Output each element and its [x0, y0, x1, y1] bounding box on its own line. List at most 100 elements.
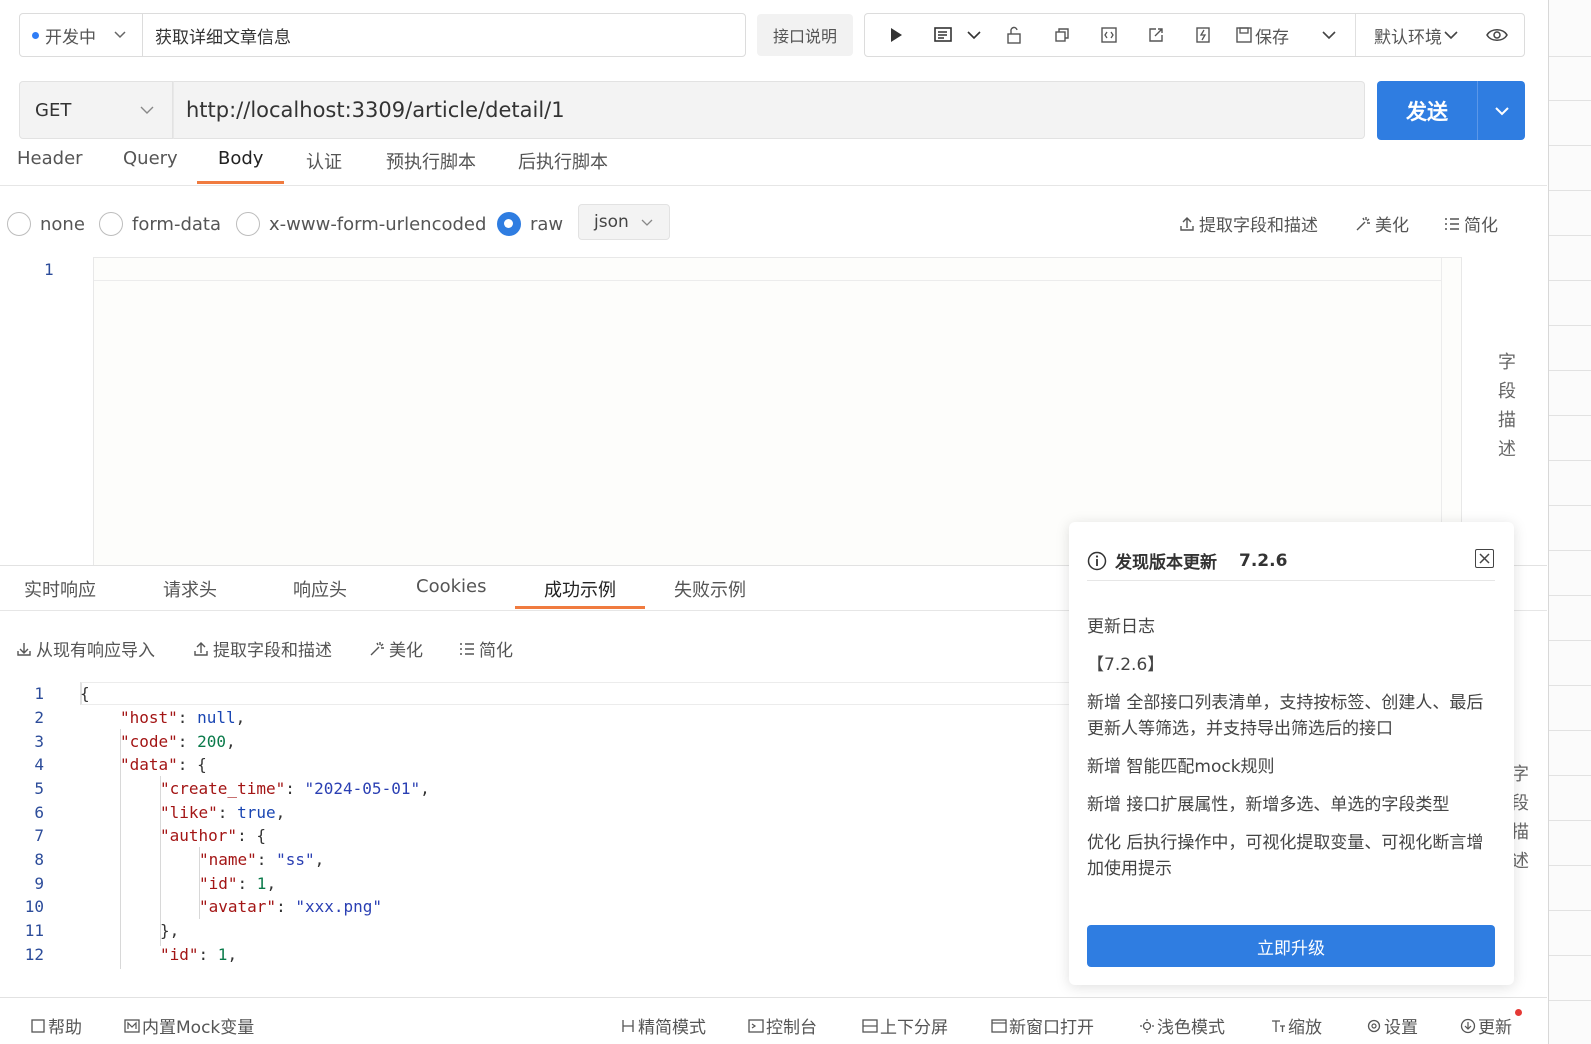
settings-button[interactable]: 设置 — [1366, 1013, 1418, 1038]
scrollbar[interactable] — [1441, 258, 1461, 565]
split-view-button[interactable]: 上下分屏 — [862, 1013, 948, 1038]
chevron-down-icon — [140, 106, 154, 114]
share-icon[interactable] — [1139, 14, 1173, 56]
sun-icon — [1140, 1018, 1154, 1033]
chevron-down-icon[interactable] — [961, 14, 987, 56]
magic-wand-icon — [370, 641, 384, 655]
send-options-chevron-icon[interactable] — [1477, 81, 1525, 140]
tab-post-script[interactable]: 后执行脚本 — [518, 148, 608, 184]
simplify-button[interactable]: 简化 — [1443, 211, 1498, 236]
mock-icon — [124, 1018, 140, 1033]
save-options-chevron-icon[interactable] — [1315, 14, 1343, 56]
url-input[interactable] — [173, 81, 1365, 139]
simplify-button[interactable]: 简化 — [458, 636, 513, 661]
api-doc-button[interactable]: 接口说明 — [757, 14, 853, 56]
body-format-select[interactable]: json — [578, 204, 670, 240]
extract-fields-button[interactable]: 提取字段和描述 — [192, 636, 332, 661]
code-line: "avatar": "xxx.png" — [199, 897, 383, 916]
tab-header[interactable]: Header — [17, 148, 83, 184]
unlock-icon[interactable] — [997, 14, 1031, 56]
extract-fields-button[interactable]: 提取字段和描述 — [1178, 211, 1318, 236]
code-line: "id": 1, — [199, 874, 277, 893]
copy-icon[interactable] — [1045, 14, 1079, 56]
code-line: "id": 1, — [160, 945, 238, 964]
background-window-strip — [1548, 0, 1591, 1044]
download-icon — [17, 642, 31, 656]
code-line: "author": { — [160, 826, 266, 845]
env-select[interactable]: 默认环境 — [1369, 14, 1465, 56]
save-icon — [1236, 27, 1252, 43]
api-name-input[interactable] — [142, 13, 746, 57]
tab-request-headers[interactable]: 请求头 — [163, 576, 217, 602]
eye-icon[interactable] — [1482, 14, 1512, 56]
tab-cookies[interactable]: Cookies — [416, 576, 486, 597]
status-select[interactable]: 开发中 — [19, 13, 143, 57]
divider — [0, 185, 1547, 186]
radio-form-data[interactable]: form-data — [99, 212, 221, 236]
tab-live-response[interactable]: 实时响应 — [24, 576, 96, 602]
help-icon — [31, 1018, 45, 1033]
light-mode-button[interactable]: 浅色模式 — [1139, 1013, 1225, 1038]
upgrade-now-button[interactable]: 立即升级 — [1087, 925, 1495, 967]
extract-fields-label: 提取字段和描述 — [213, 641, 332, 661]
tab-auth[interactable]: 认证 — [306, 148, 342, 184]
body-format-label: json — [594, 212, 629, 232]
env-label: 默认环境 — [1374, 27, 1442, 48]
changelog-item: 新增 智能匹配mock规则 — [1087, 757, 1275, 777]
beautify-button[interactable]: 美化 — [1354, 211, 1409, 236]
current-line-highlight — [94, 258, 1443, 281]
info-icon — [1087, 551, 1107, 570]
status-dot — [32, 31, 39, 39]
changelog-title: 更新日志 — [1087, 617, 1155, 637]
beautify-button[interactable]: 美化 — [368, 636, 423, 661]
radio-raw[interactable]: raw — [497, 212, 563, 236]
send-button[interactable]: 发送 — [1377, 81, 1477, 140]
font-size-icon — [1272, 1019, 1285, 1032]
changelog-item: 优化 后执行操作中，可视化提取变量、可视化断言增加使用提示 — [1087, 833, 1484, 879]
code-line: "data": { — [120, 755, 207, 774]
console-icon — [748, 1018, 764, 1033]
tab-failure-example[interactable]: 失败示例 — [674, 576, 746, 602]
tab-pre-script[interactable]: 预执行脚本 — [386, 148, 476, 184]
popup-title: 发现版本更新 — [1115, 553, 1217, 573]
current-line-highlight — [80, 682, 1080, 705]
changelog-item: 新增 全部接口列表清单，支持按标签、创建人、最后更新人等筛选，并支持导出筛选后的… — [1087, 693, 1484, 739]
tab-body[interactable]: Body — [218, 148, 263, 184]
radio-none[interactable]: none — [7, 212, 85, 236]
run-icon[interactable] — [879, 14, 913, 56]
bottom-status-bar: 帮助 内置Mock变量 精简模式 控制台 上下分屏 新窗口打开 浅色模式 缩放 … — [0, 997, 1547, 1044]
response-example-editor[interactable]: { "host": null, "code": 200, "data": { "… — [80, 681, 1080, 969]
zoom-button[interactable]: 缩放 — [1270, 1013, 1322, 1038]
radio-circle — [7, 212, 31, 236]
tab-success-example[interactable]: 成功示例 — [544, 576, 616, 602]
field-description-panel-tab[interactable]: 字段描述 — [1497, 348, 1517, 464]
mock-vars-button[interactable]: 内置Mock变量 — [124, 1013, 254, 1038]
divider — [1087, 580, 1495, 581]
import-from-response-button[interactable]: 从现有响应导入 — [15, 636, 155, 661]
code-line: "host": null, — [120, 708, 246, 727]
method-select[interactable]: GET — [19, 81, 173, 139]
active-tab-indicator — [197, 181, 284, 184]
code-icon[interactable] — [1092, 14, 1126, 56]
radio-circle-selected — [497, 212, 521, 236]
flash-icon[interactable] — [1186, 14, 1220, 56]
close-icon[interactable] — [1475, 549, 1494, 568]
doc-view-icon[interactable] — [927, 14, 959, 56]
update-button[interactable]: 更新 — [1460, 1013, 1512, 1038]
radio-label: raw — [530, 213, 564, 235]
compact-mode-button[interactable]: 精简模式 — [620, 1013, 706, 1038]
popup-version: 7.2.6 — [1239, 550, 1288, 571]
help-button[interactable]: 帮助 — [30, 1013, 82, 1038]
radio-circle — [99, 212, 123, 236]
chevron-down-icon — [641, 219, 653, 226]
save-button[interactable]: 保存 — [1235, 14, 1297, 56]
tab-query[interactable]: Query — [123, 148, 178, 184]
new-window-button[interactable]: 新窗口打开 — [991, 1013, 1094, 1038]
tab-response-headers[interactable]: 响应头 — [293, 576, 347, 602]
radio-urlencoded[interactable]: x-www-form-urlencoded — [236, 212, 486, 236]
upload-icon — [194, 641, 208, 656]
console-button[interactable]: 控制台 — [748, 1013, 817, 1038]
update-badge-dot — [1515, 1009, 1522, 1016]
body-editor[interactable] — [93, 257, 1462, 565]
list-icon — [1445, 217, 1459, 230]
